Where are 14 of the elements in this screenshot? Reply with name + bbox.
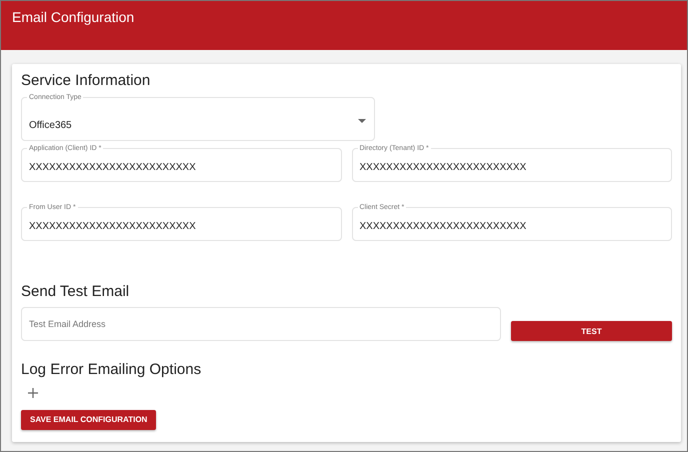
field-value: Office365 xyxy=(29,118,72,130)
field-value: XXXXXXXXXXXXXXXXXXXXXXXXX xyxy=(29,220,196,232)
section-heading: Send Test Email xyxy=(21,283,130,300)
email-field[interactable]: Test Email Address xyxy=(21,307,501,341)
save-button[interactable]: SAVE EMAIL CONFIGURATION xyxy=(21,410,156,430)
field-value: XXXXXXXXXXXXXXXXXXXXXXXXX xyxy=(29,160,196,172)
section-heading: Log Error Emailing Options xyxy=(21,361,202,378)
add-icon[interactable] xyxy=(28,388,38,398)
field-value: XXXXXXXXXXXXXXXXXXXXXXXXX xyxy=(360,160,526,172)
field-value: XXXXXXXXXXXXXXXXXXXXXXXXX xyxy=(360,220,526,232)
caret-icon xyxy=(358,119,366,123)
page-title: Email Configuration xyxy=(12,9,134,25)
section-heading: Service Information xyxy=(21,72,152,89)
test-button[interactable]: TEST xyxy=(511,321,672,341)
